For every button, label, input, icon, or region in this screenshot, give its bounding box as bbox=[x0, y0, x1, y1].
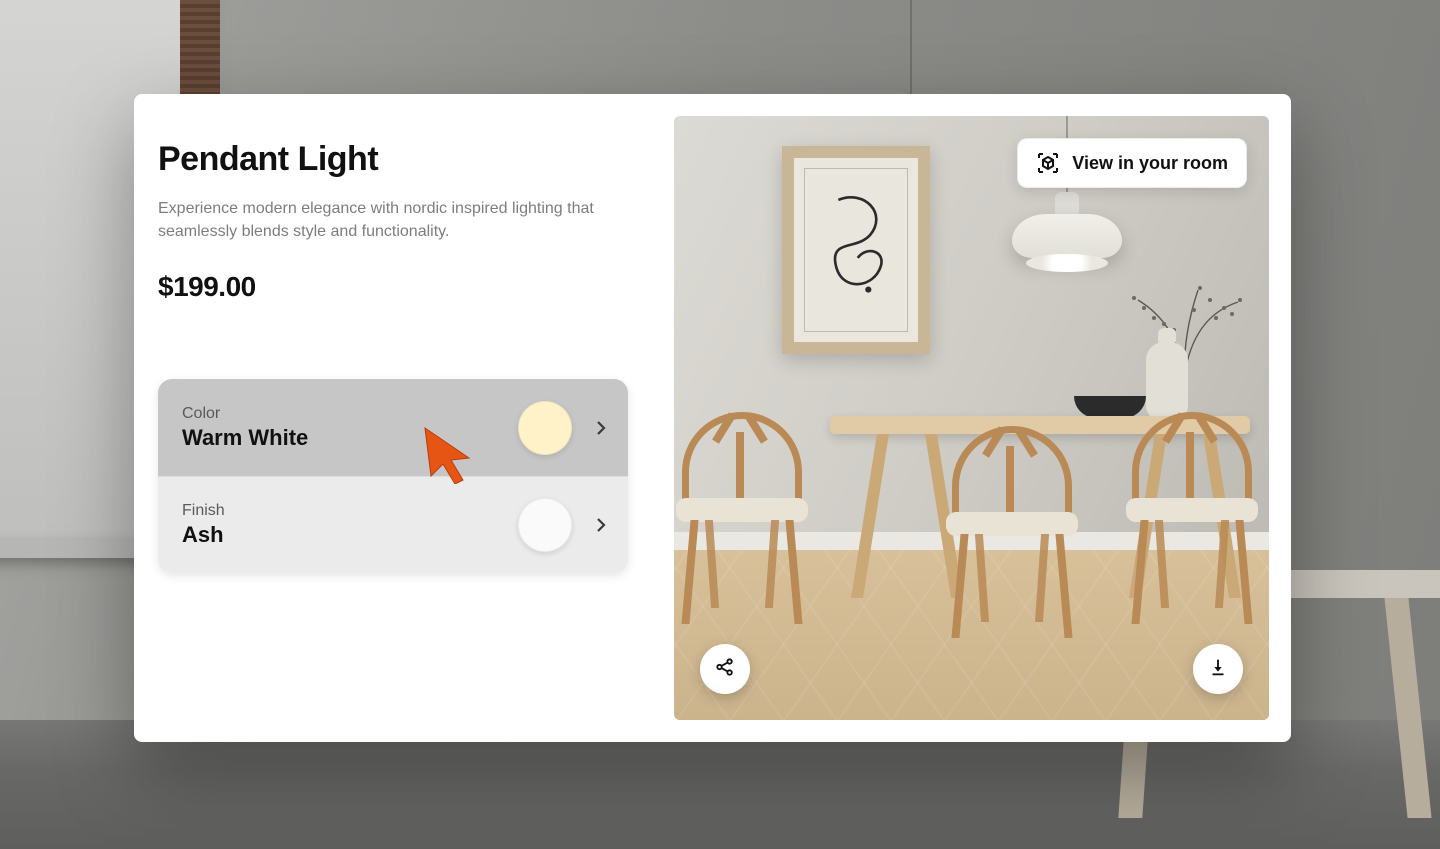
product-title: Pendant Light bbox=[158, 140, 650, 179]
product-description: Experience modern elegance with nordic i… bbox=[158, 197, 598, 243]
product-price: $199.00 bbox=[158, 271, 650, 303]
option-value-finish: Ash bbox=[182, 522, 518, 548]
pendant-light-glow bbox=[1026, 254, 1108, 272]
ar-cube-icon bbox=[1036, 151, 1060, 175]
dining-chair bbox=[674, 412, 824, 612]
dining-chair bbox=[934, 426, 1094, 626]
product-card: Pendant Light Experience modern elegance… bbox=[134, 94, 1291, 742]
view-in-room-label: View in your room bbox=[1072, 153, 1228, 174]
share-icon bbox=[714, 656, 736, 683]
pendant-shade bbox=[1012, 214, 1122, 258]
share-button[interactable] bbox=[700, 644, 750, 694]
view-in-room-button[interactable]: View in your room bbox=[1017, 138, 1247, 188]
chevron-right-icon bbox=[592, 420, 610, 436]
option-list: Color Warm White Finish Ash bbox=[158, 379, 628, 573]
option-row-finish[interactable]: Finish Ash bbox=[158, 476, 628, 573]
decor-vase bbox=[1146, 342, 1188, 420]
wall-art bbox=[782, 146, 930, 354]
product-image: View in your room bbox=[674, 116, 1269, 720]
option-label-finish: Finish bbox=[182, 502, 518, 520]
dining-chair bbox=[1114, 412, 1269, 612]
product-info-pane: Pendant Light Experience modern elegance… bbox=[134, 94, 674, 742]
color-swatch-warm-white bbox=[518, 401, 572, 455]
download-icon bbox=[1207, 656, 1229, 683]
finish-swatch-ash bbox=[518, 498, 572, 552]
option-value-color: Warm White bbox=[182, 425, 518, 451]
download-button[interactable] bbox=[1193, 644, 1243, 694]
chevron-right-icon bbox=[592, 517, 610, 533]
option-row-color[interactable]: Color Warm White bbox=[158, 379, 628, 476]
option-label-color: Color bbox=[182, 405, 518, 423]
